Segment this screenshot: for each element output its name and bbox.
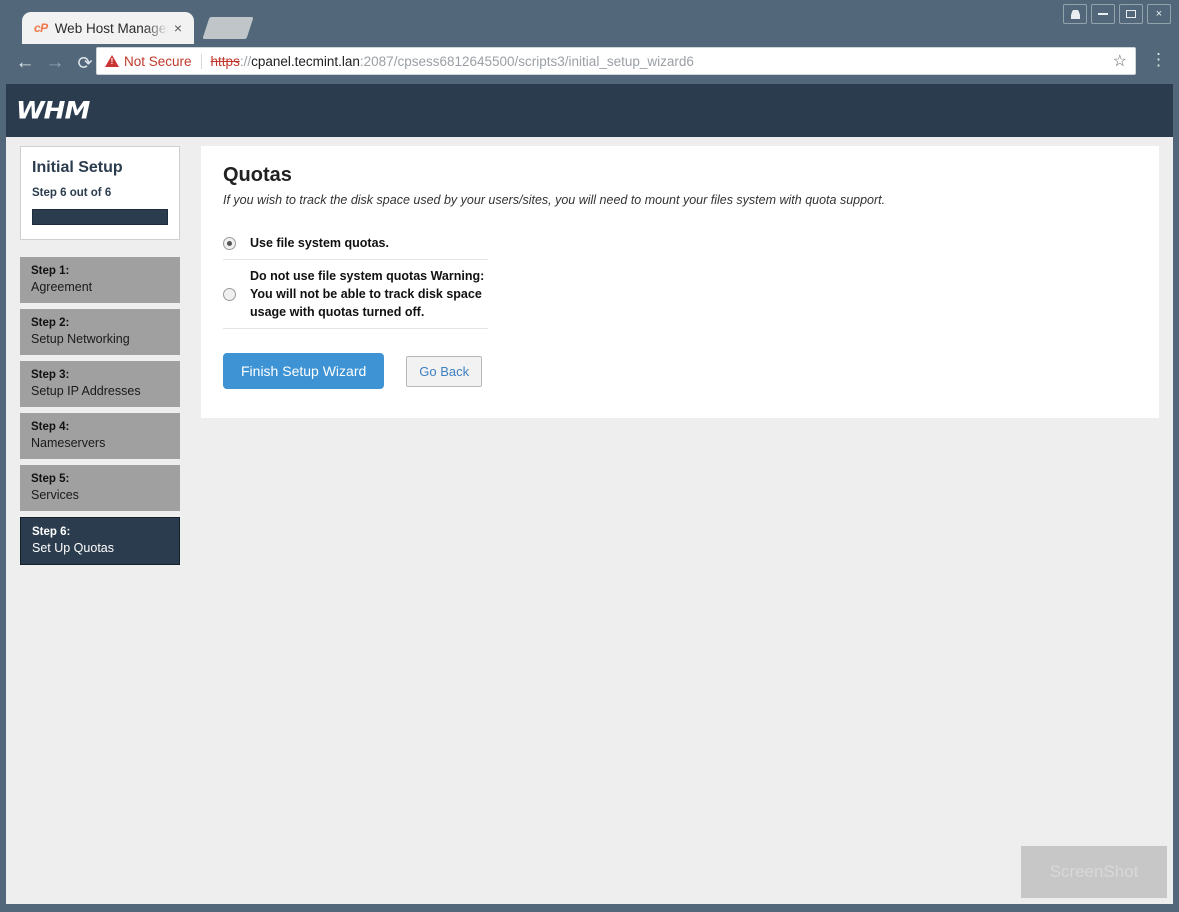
maximize-icon <box>1126 10 1136 18</box>
whm-header: WHM <box>6 84 1173 137</box>
step-number: Step 1: <box>31 265 70 277</box>
url-scheme: https <box>210 53 240 69</box>
account-button[interactable] <box>1063 4 1087 24</box>
tab-close-icon[interactable]: × <box>174 20 182 36</box>
radio-button-icon[interactable] <box>223 287 236 301</box>
forward-button[interactable]: → <box>40 48 70 78</box>
radio-button-icon[interactable] <box>223 236 236 250</box>
person-icon <box>1070 9 1080 19</box>
sidebar-step-6[interactable]: Step 6: Set Up Quotas <box>20 517 180 565</box>
bookmark-star-icon[interactable]: ☆ <box>1113 51 1127 71</box>
step-label: Setup IP Addresses <box>31 384 141 398</box>
progress-bar <box>32 209 168 225</box>
step-label: Setup Networking <box>31 332 130 346</box>
minimize-icon <box>1098 13 1108 15</box>
address-bar[interactable]: Not Secure https://cpanel.tecmint.lan:20… <box>96 47 1136 75</box>
step-number: Step 3: <box>31 369 70 381</box>
step-number: Step 6: <box>32 526 71 538</box>
url-separator: :// <box>239 53 252 69</box>
quota-option-label: Use file system quotas. <box>250 236 389 250</box>
whm-logo[interactable]: WHM <box>16 97 90 125</box>
page-viewport: WHM Initial Setup Step 6 out of 6 Step 1… <box>6 84 1173 904</box>
quota-options-group: Use file system quotas. Do not use file s… <box>223 227 1137 329</box>
step-label: Agreement <box>31 280 93 294</box>
minimize-button[interactable] <box>1091 4 1115 24</box>
sidebar-step-1[interactable]: Step 1: Agreement <box>20 257 180 303</box>
sidebar: Initial Setup Step 6 out of 6 Step 1: Agr… <box>20 146 180 571</box>
maximize-button[interactable] <box>1119 4 1143 24</box>
screenshot-watermark: ScreenShot <box>1021 846 1167 898</box>
url-host: cpanel.tecmint.lan <box>251 53 360 69</box>
content-panel: Quotas If you wish to track the disk spa… <box>201 146 1159 418</box>
browser-tab[interactable]: cP Web Host Manager × <box>22 12 194 44</box>
step-label: Set Up Quotas <box>32 541 114 555</box>
quota-option-label: Do not use file system quotas Warning: Y… <box>250 269 485 319</box>
sidebar-step-5[interactable]: Step 5: Services <box>20 465 180 511</box>
browser-window: cP Web Host Manager × × ← → ⟳ Not Secure… <box>0 0 1179 912</box>
initial-setup-card: Initial Setup Step 6 out of 6 <box>20 146 180 240</box>
back-button[interactable]: ← <box>10 48 40 78</box>
steps-list: Step 1: Agreement Step 2: Setup Networking S… <box>20 257 180 565</box>
progress-bar-fill <box>33 210 167 224</box>
sidebar-step-2[interactable]: Step 2: Setup Networking <box>20 309 180 355</box>
url-text: https://cpanel.tecmint.lan:2087/cpsess68… <box>211 54 694 69</box>
page-description: If you wish to track the disk space used… <box>223 193 886 207</box>
step-number: Step 5: <box>31 473 70 485</box>
initial-setup-title: Initial Setup <box>32 159 123 176</box>
finish-setup-wizard-button[interactable]: Finish Setup Wizard <box>223 353 385 389</box>
step-label: Services <box>31 488 79 502</box>
close-icon: × <box>1155 8 1163 20</box>
step-number: Step 2: <box>31 317 70 329</box>
button-row: Finish Setup Wizard Go Back <box>223 353 1137 389</box>
close-button[interactable]: × <box>1147 4 1171 24</box>
tab-title: Web Host Manager <box>54 20 171 36</box>
sidebar-step-3[interactable]: Step 3: Setup IP Addresses <box>20 361 180 407</box>
go-back-button[interactable]: Go Back <box>406 355 483 387</box>
sidebar-step-4[interactable]: Step 4: Nameservers <box>20 413 180 459</box>
tab-strip: cP Web Host Manager × × <box>0 0 1179 44</box>
page-title: Quotas <box>223 164 292 186</box>
warning-triangle-icon <box>105 55 119 67</box>
url-path: :2087/cpsess6812645500/scripts3/initial_… <box>359 53 694 69</box>
step-label: Nameservers <box>31 436 106 450</box>
browser-menu-icon[interactable]: ⋮ <box>1150 50 1167 70</box>
step-number: Step 4: <box>31 421 70 433</box>
quota-option-1[interactable]: Use file system quotas. <box>223 227 488 260</box>
cpanel-favicon-icon: cP <box>34 21 48 35</box>
window-controls: × <box>1063 4 1171 24</box>
quota-option-2[interactable]: Do not use file system quotas Warning: Y… <box>223 260 488 329</box>
step-counter: Step 6 out of 6 <box>32 187 112 199</box>
security-indicator[interactable]: Not Secure <box>105 53 202 69</box>
not-secure-label: Not Secure <box>124 53 192 69</box>
new-tab-button[interactable] <box>202 17 254 39</box>
